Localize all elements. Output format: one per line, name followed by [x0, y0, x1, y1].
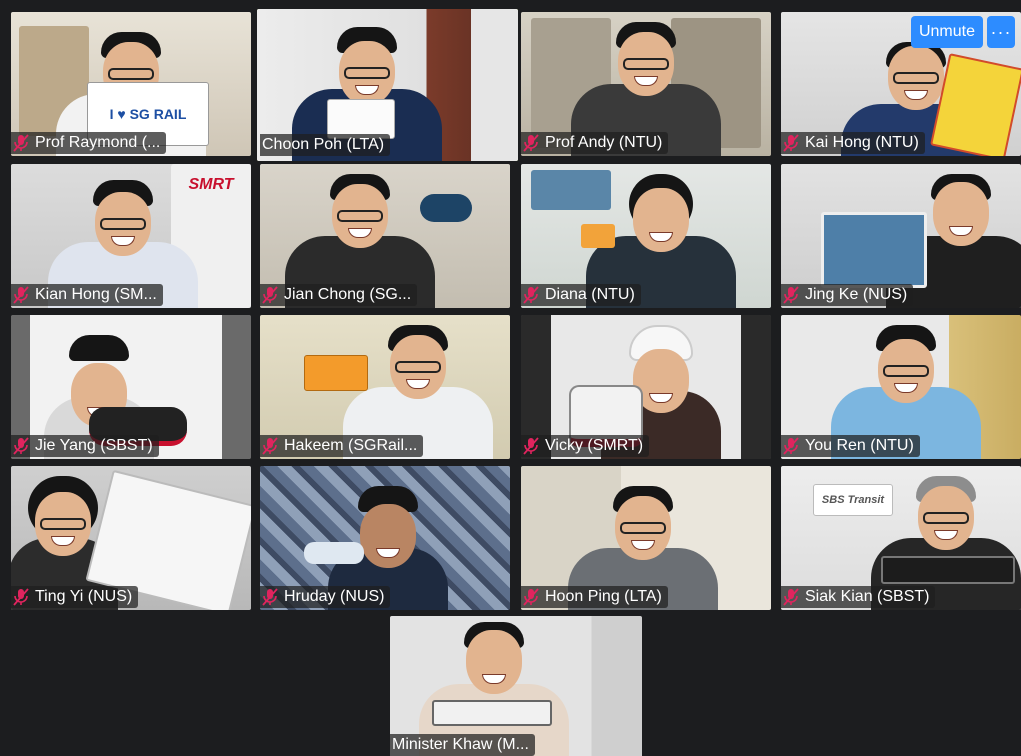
participant-name: Kai Hong (NTU) — [805, 134, 919, 151]
muted-mic-icon — [262, 437, 278, 455]
video-tile[interactable]: Prof Andy (NTU) — [521, 12, 771, 156]
video-tile[interactable]: SMRT Kian Hong (SM... — [11, 164, 251, 308]
muted-mic-icon — [783, 588, 799, 606]
muted-mic-icon — [523, 134, 539, 152]
video-tile[interactable]: Hakeem (SGRail... — [260, 315, 510, 459]
participant-name: Jian Chong (SG... — [284, 286, 412, 303]
participant-name: Siak Kian (SBST) — [805, 588, 930, 605]
more-options-button[interactable]: ··· — [987, 16, 1015, 48]
participant-name: Jie Yang (SBST) — [35, 437, 153, 454]
participant-name: Vicky (SMRT) — [545, 437, 644, 454]
video-tile[interactable]: Diana (NTU) — [521, 164, 771, 308]
muted-mic-icon — [523, 437, 539, 455]
participant-name-tag: Jian Chong (SG... — [260, 284, 418, 306]
participant-name-tag: Prof Andy (NTU) — [521, 132, 669, 154]
participant-name: Choon Poh (LTA) — [262, 136, 385, 153]
muted-mic-icon — [783, 437, 799, 455]
participant-name: Diana (NTU) — [545, 286, 635, 303]
muted-mic-icon — [13, 134, 29, 152]
participant-name-tag: Hakeem (SGRail... — [260, 435, 424, 457]
muted-mic-icon — [13, 286, 29, 304]
participant-name: Kian Hong (SM... — [35, 286, 157, 303]
muted-mic-icon — [262, 588, 278, 606]
video-tile[interactable]: Unmute ··· Kai Hong (NTU) — [781, 12, 1021, 156]
video-tile[interactable]: Hoon Ping (LTA) — [521, 466, 771, 610]
participant-name-tag: Prof Raymond (... — [11, 132, 167, 154]
participant-name: Hruday (NUS) — [284, 588, 385, 605]
muted-mic-icon — [783, 134, 799, 152]
video-tile[interactable]: Jie Yang (SBST) — [11, 315, 251, 459]
video-tile[interactable]: Hruday (NUS) — [260, 466, 510, 610]
muted-mic-icon — [13, 437, 29, 455]
participant-name: Jing Ke (NUS) — [805, 286, 908, 303]
muted-mic-icon — [523, 286, 539, 304]
participant-name: Hakeem (SGRail... — [284, 437, 418, 454]
participant-name-tag: Jing Ke (NUS) — [781, 284, 914, 306]
muted-mic-icon — [783, 286, 799, 304]
gallery-view: I ♥ SG RAIL Prof Raymond (... Choon Poh … — [0, 0, 1021, 756]
participant-name: Ting Yi (NUS) — [35, 588, 133, 605]
participant-name-tag: Siak Kian (SBST) — [781, 586, 936, 608]
muted-mic-icon — [13, 588, 29, 606]
unmute-button[interactable]: Unmute — [910, 16, 983, 48]
participant-name-tag: You Ren (NTU) — [781, 435, 920, 457]
participant-name: Prof Andy (NTU) — [545, 134, 663, 151]
participant-name-tag: Hoon Ping (LTA) — [521, 586, 668, 608]
participant-name: Prof Raymond (... — [35, 134, 161, 151]
participant-name: You Ren (NTU) — [805, 437, 914, 454]
participant-name-tag: Ting Yi (NUS) — [11, 586, 139, 608]
participant-name-tag: Diana (NTU) — [521, 284, 641, 306]
video-tile[interactable]: I ♥ SG RAIL Prof Raymond (... — [11, 12, 251, 156]
participant-name-tag: Choon Poh (LTA) — [260, 134, 391, 156]
video-tile[interactable]: SBS Transit Siak Kian (SBST) — [781, 466, 1021, 610]
self-view-controls: Unmute ··· — [910, 16, 1015, 48]
video-tile[interactable]: Vicky (SMRT) — [521, 315, 771, 459]
participant-name-tag: Kian Hong (SM... — [11, 284, 163, 306]
video-tile[interactable]: Jian Chong (SG... — [260, 164, 510, 308]
participant-name-tag: Hruday (NUS) — [260, 586, 391, 608]
video-tile[interactable]: Minister Khaw (M... — [390, 616, 642, 756]
video-tile[interactable]: Ting Yi (NUS) — [11, 466, 251, 610]
participant-name: Hoon Ping (LTA) — [545, 588, 662, 605]
muted-mic-icon — [262, 286, 278, 304]
participant-name-tag: Minister Khaw (M... — [390, 734, 535, 756]
participant-name: Minister Khaw (M... — [392, 736, 529, 753]
muted-mic-icon — [523, 588, 539, 606]
participant-name-tag: Jie Yang (SBST) — [11, 435, 159, 457]
video-tile-active-speaker[interactable]: Choon Poh (LTA) — [257, 9, 518, 161]
participant-name-tag: Vicky (SMRT) — [521, 435, 650, 457]
participant-name-tag: Kai Hong (NTU) — [781, 132, 925, 154]
video-tile[interactable]: Jing Ke (NUS) — [781, 164, 1021, 308]
video-tile[interactable]: You Ren (NTU) — [781, 315, 1021, 459]
